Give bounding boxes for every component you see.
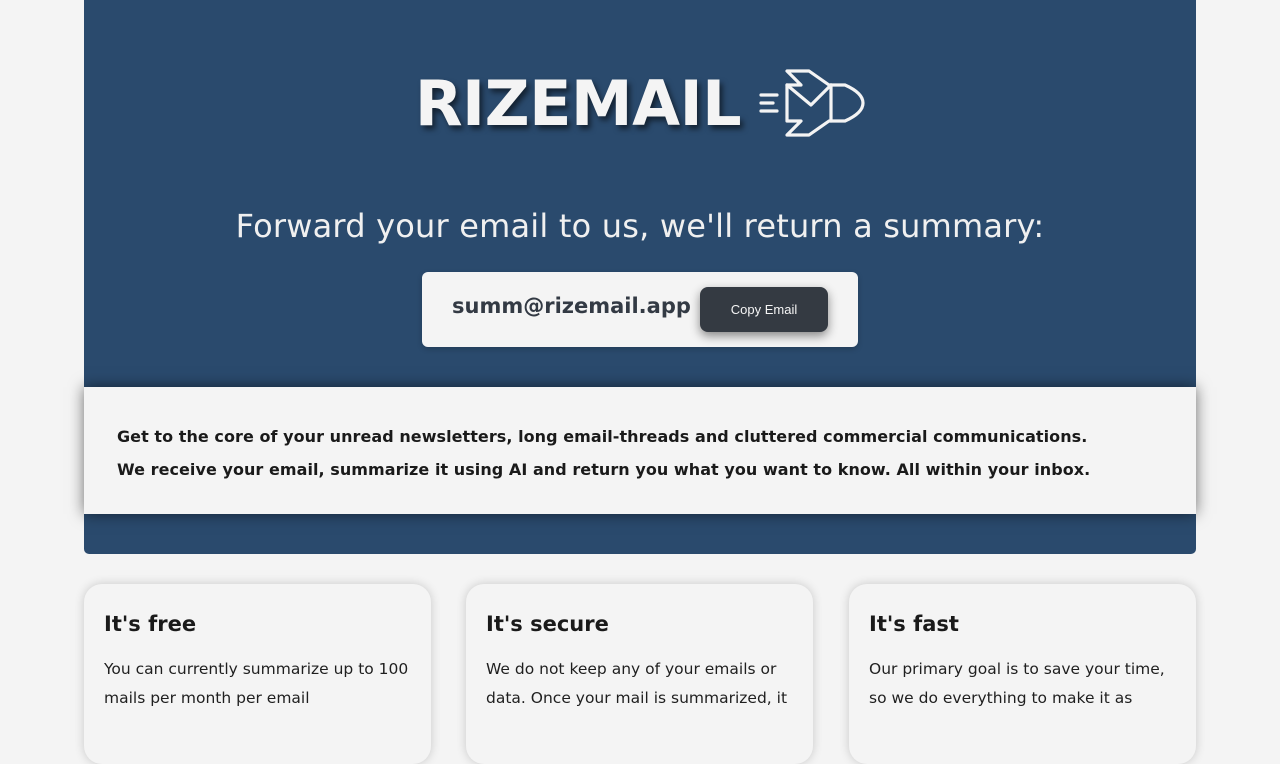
logo: RIZEMAIL xyxy=(84,58,1196,148)
intro-line-1: Get to the core of your unread newslette… xyxy=(117,427,1088,446)
feature-card-free: It's free You can currently summarize up… xyxy=(84,584,431,764)
email-copy-box: summ@rizemail.app Copy Email xyxy=(422,272,858,347)
feature-card-secure: It's secure We do not keep any of your e… xyxy=(466,584,813,764)
logo-text: RIZEMAIL xyxy=(414,66,742,140)
tagline: Forward your email to us, we'll return a… xyxy=(235,207,1045,246)
feature-card-fast: It's fast Our primary goal is to save yo… xyxy=(849,584,1196,764)
intro-line-2: We receive your email, summarize it usin… xyxy=(117,460,1091,479)
email-address[interactable]: summ@rizemail.app xyxy=(452,294,691,318)
feature-title: It's secure xyxy=(486,612,609,636)
feature-title: It's free xyxy=(104,612,197,636)
rocket-mail-icon xyxy=(759,69,865,137)
feature-text: You can currently summarize up to 100 ma… xyxy=(104,660,409,707)
feature-title: It's fast xyxy=(869,612,959,636)
feature-text: We do not keep any of your emails or dat… xyxy=(486,660,788,707)
feature-text: Our primary goal is to save your time, s… xyxy=(869,660,1165,707)
intro-banner: Get to the core of your unread newslette… xyxy=(84,387,1196,514)
copy-email-button[interactable]: Copy Email xyxy=(700,287,828,332)
